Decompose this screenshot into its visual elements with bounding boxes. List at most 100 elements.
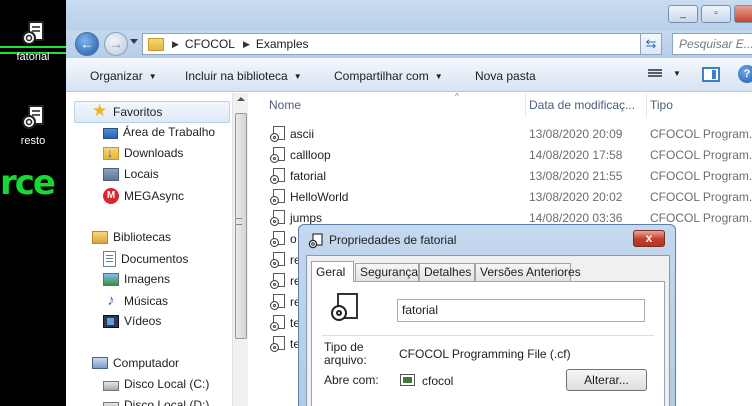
tab-security[interactable]: Segurança (355, 263, 419, 281)
script-file-icon (270, 231, 285, 247)
nav-desktop[interactable]: Área de Trabalho (103, 125, 215, 139)
nav-places[interactable]: Locais (103, 167, 159, 181)
script-file-icon (270, 252, 285, 268)
recent-places-icon (103, 167, 119, 181)
scroll-up-icon[interactable] (237, 97, 245, 101)
include-library-menu[interactable]: Incluir na biblioteca ▼ (185, 69, 302, 83)
maximize-button[interactable]: ▫ (701, 5, 731, 23)
minimize-icon: _ (680, 8, 686, 19)
desktop-icon-label: resto (20, 135, 46, 147)
nav-libraries[interactable]: Bibliotecas (92, 230, 171, 244)
chevron-down-icon[interactable]: ▼ (673, 69, 681, 78)
file-row[interactable]: callloop 14/08/2020 17:58 CFOCOL Program..… (249, 144, 752, 165)
nav-downloads[interactable]: Downloads (103, 146, 183, 160)
file-row[interactable]: fatorial 13/08/2020 21:55 CFOCOL Program..… (249, 165, 752, 186)
change-button[interactable]: Alterar... (566, 369, 647, 391)
opens-with-value: cfocol (422, 374, 454, 388)
filename-field[interactable]: fatorial (397, 299, 645, 322)
music-icon: ♪ (107, 292, 115, 309)
chevron-down-icon: ▼ (293, 72, 302, 81)
script-file-icon (308, 233, 323, 249)
close-button[interactable] (734, 5, 752, 23)
script-file-icon (270, 189, 285, 205)
help-icon[interactable]: ? (738, 65, 752, 83)
computer-icon (92, 357, 108, 369)
desktop-icon-resto[interactable]: resto (0, 104, 66, 147)
script-file-icon (22, 21, 44, 45)
wallpaper-text: rce (0, 163, 56, 203)
dialog-title: Propriedades de fatorial (329, 233, 457, 247)
general-tab-panel: fatorial Tipo de arquivo: CFOCOL Program… (311, 281, 665, 406)
view-options-icon[interactable] (648, 68, 662, 80)
libraries-icon (92, 230, 108, 244)
preview-pane-icon[interactable] (702, 67, 720, 82)
desktop: rce fatorial resto (0, 0, 66, 406)
nav-documents[interactable]: Documentos (103, 251, 188, 267)
forward-button[interactable]: → (104, 32, 128, 56)
video-icon (103, 314, 119, 328)
breadcrumb-examples[interactable]: Examples (256, 37, 309, 51)
file-type-label: Tipo de arquivo: (324, 340, 367, 367)
back-button[interactable]: ← (75, 32, 99, 56)
nav-disk-c[interactable]: Disco Local (C:) (103, 377, 209, 391)
document-icon (103, 251, 116, 267)
script-file-icon (270, 294, 285, 310)
chevron-down-icon: ▼ (434, 72, 443, 81)
breadcrumb-separator-icon[interactable]: ▶ (243, 39, 250, 50)
dialog-close-button[interactable]: x (633, 230, 665, 247)
minimize-button[interactable]: _ (668, 5, 698, 23)
address-bar[interactable]: ▶ CFOCOL ▶ Examples (142, 33, 662, 55)
address-row: ← → ▶ CFOCOL ▶ Examples ⇆ Pesquisar E... (66, 30, 752, 58)
nav-disk-d[interactable]: Disco Local (D:) (103, 398, 209, 406)
breadcrumb-cfocol[interactable]: CFOCOL (185, 37, 235, 51)
script-file-icon (328, 292, 358, 322)
column-header-type[interactable]: Tipo (647, 93, 752, 118)
organize-menu[interactable]: Organizar ▼ (90, 69, 157, 83)
dialog-body: Geral Segurança Detalhes Versões Anterio… (306, 255, 670, 406)
script-file-icon (270, 336, 285, 352)
disk-icon (103, 402, 119, 406)
title-bar: _ ▫ (66, 0, 752, 30)
tab-general[interactable]: Geral (311, 261, 354, 282)
nav-megasync[interactable]: M MEGAsync (103, 188, 184, 204)
script-file-icon (270, 273, 285, 289)
desktop-icon (103, 127, 118, 139)
mega-icon: M (103, 188, 119, 204)
nav-favorites[interactable]: Favoritos (92, 101, 162, 121)
script-file-icon (270, 210, 285, 226)
tab-previous-versions[interactable]: Versões Anteriores (475, 263, 581, 281)
chevron-down-icon: ▼ (148, 72, 157, 81)
nav-music[interactable]: ♪ Músicas (103, 293, 168, 309)
nav-videos[interactable]: Vídeos (103, 314, 161, 328)
refresh-button[interactable]: ⇆ (640, 33, 662, 55)
tab-details[interactable]: Detalhes (419, 263, 475, 281)
folder-icon (148, 37, 164, 51)
history-dropdown-icon[interactable] (130, 39, 138, 44)
desktop-icon-fatorial[interactable]: fatorial (0, 20, 66, 63)
share-menu[interactable]: Compartilhar com ▼ (334, 69, 443, 83)
image-icon (103, 272, 119, 286)
script-file-icon (22, 105, 44, 129)
script-file-icon (270, 147, 285, 163)
nav-images[interactable]: Imagens (103, 272, 170, 286)
file-row[interactable]: HelloWorld 13/08/2020 20:02 CFOCOL Program… (249, 186, 752, 207)
search-input[interactable]: Pesquisar E... (672, 33, 752, 55)
forward-arrow-icon: → (109, 35, 123, 52)
column-header-date[interactable]: Data de modificaç... (526, 93, 647, 118)
command-bar: Organizar ▼ Incluir na biblioteca ▼ Compar… (66, 58, 752, 92)
script-file-icon (270, 168, 285, 184)
column-header-name[interactable]: Nome (266, 93, 526, 118)
refresh-icon: ⇆ (645, 36, 657, 51)
star-icon (92, 101, 108, 121)
script-file-icon (270, 315, 285, 331)
downloads-folder-icon (103, 146, 119, 160)
maximize-icon: ▫ (714, 8, 718, 19)
navigation-scrollbar[interactable] (232, 93, 248, 406)
opens-with-label: Abre com: (324, 373, 379, 387)
scrollbar-thumb[interactable] (235, 113, 247, 339)
nav-computer[interactable]: Computador (92, 356, 179, 370)
new-folder-button[interactable]: Nova pasta (475, 69, 536, 83)
breadcrumb-separator-icon[interactable]: ▶ (172, 39, 179, 50)
disk-icon (103, 381, 119, 391)
file-row[interactable]: ascii 13/08/2020 20:09 CFOCOL Program... (249, 123, 752, 144)
